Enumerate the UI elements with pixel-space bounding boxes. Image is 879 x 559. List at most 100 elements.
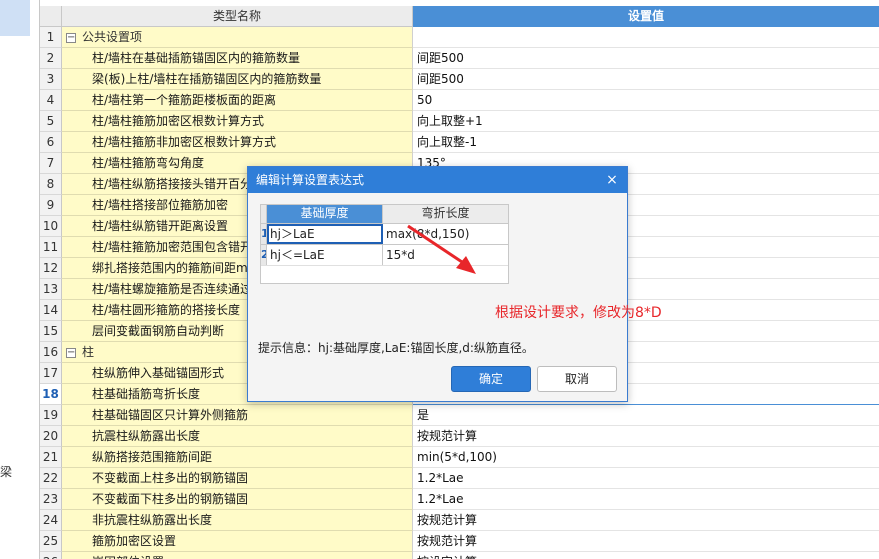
table-row[interactable]: 21 纵筋搭接范围箍筋间距 min(5*d,100) — [40, 447, 879, 468]
setting-name[interactable]: 嵌固部位设置 — [62, 552, 413, 559]
row-number: 3 — [40, 69, 62, 90]
left-panel-item-label[interactable]: 梁 — [0, 463, 12, 480]
setting-name-label: 柱/墙柱纵筋错开距离设置 — [92, 219, 229, 233]
table-row[interactable]: 6 柱/墙柱箍筋非加密区根数计算方式 向上取整-1 — [40, 132, 879, 153]
expression-table-header: 基础厚度 弯折长度 — [261, 205, 508, 223]
table-row[interactable]: 19 柱基础锚固区只计算外侧箍筋 是 — [40, 405, 879, 426]
row-number: 7 — [40, 153, 62, 174]
row-number: 23 — [40, 489, 62, 510]
setting-name-label: 箍筋加密区设置 — [92, 534, 177, 548]
setting-value[interactable]: 1.2*Lae — [413, 489, 879, 510]
setting-name-label: 柱/墙柱箍筋非加密区根数计算方式 — [92, 135, 277, 149]
table-row[interactable]: 25 箍筋加密区设置 按规范计算 — [40, 531, 879, 552]
annotation-arrow-icon — [407, 224, 476, 274]
annotation-text: 根据设计要求，修改为8*D — [495, 305, 662, 321]
setting-name-label: 柱/墙柱箍筋加密区根数计算方式 — [92, 114, 265, 128]
setting-value[interactable]: 向上取整-1 — [413, 132, 879, 153]
setting-name[interactable]: 柱基础锚固区只计算外侧箍筋 — [62, 405, 413, 426]
row-number: 4 — [40, 90, 62, 111]
setting-value[interactable] — [413, 27, 879, 48]
setting-value[interactable]: 是 — [413, 405, 879, 426]
row-number: 6 — [40, 132, 62, 153]
collapse-icon[interactable]: − — [66, 347, 76, 358]
setting-value[interactable]: 间距500 — [413, 69, 879, 90]
table-row[interactable]: 2 柱/墙柱在基础插筋锚固区内的箍筋数量 间距500 — [40, 48, 879, 69]
setting-value[interactable]: 1.2*Lae — [413, 468, 879, 489]
grid-header: 类型名称 设置值 — [40, 6, 879, 27]
cancel-button[interactable]: 取消 — [537, 366, 617, 392]
setting-name[interactable]: 纵筋搭接范围箍筋间距 — [62, 447, 413, 468]
setting-name[interactable]: 柱/墙柱在基础插筋锚固区内的箍筋数量 — [62, 48, 413, 69]
table-row[interactable]: 20 抗震柱纵筋露出长度 按规范计算 — [40, 426, 879, 447]
row-number: 17 — [40, 363, 62, 384]
table-row[interactable]: 3 梁(板)上柱/墙柱在插筋锚固区内的箍筋数量 间距500 — [40, 69, 879, 90]
table-row[interactable]: 24 非抗震柱纵筋露出长度 按规范计算 — [40, 510, 879, 531]
header-value: 设置值 — [413, 6, 879, 27]
row-number: 21 — [40, 447, 62, 468]
table-row[interactable]: 4 柱/墙柱第一个箍筋距楼板面的距离 50 — [40, 90, 879, 111]
table-row[interactable]: 23 不变截面下柱多出的钢筋锚固 1.2*Lae — [40, 489, 879, 510]
row-number: 10 — [40, 216, 62, 237]
setting-name-label: 抗震柱纵筋露出长度 — [92, 429, 201, 443]
setting-name-label: 柱/墙柱螺旋箍筋是否连续通过 — [92, 282, 253, 296]
table-row[interactable]: 5 柱/墙柱箍筋加密区根数计算方式 向上取整+1 — [40, 111, 879, 132]
setting-name-label: 柱基础锚固区只计算外侧箍筋 — [92, 408, 249, 422]
setting-name-label: 柱纵筋伸入基础锚固形式 — [92, 366, 225, 380]
row-number: 13 — [40, 279, 62, 300]
header-num-cell — [40, 6, 62, 27]
setting-value[interactable]: 按设定计算 — [413, 552, 879, 559]
header-name: 类型名称 — [62, 6, 413, 27]
setting-value[interactable]: 50 — [413, 90, 879, 111]
setting-name[interactable]: 不变截面下柱多出的钢筋锚固 — [62, 489, 413, 510]
row-number: 20 — [40, 426, 62, 447]
setting-value[interactable]: 按规范计算 — [413, 531, 879, 552]
setting-name-label: 柱/墙柱箍筋弯勾角度 — [92, 156, 205, 170]
setting-name-label: 非抗震柱纵筋露出长度 — [92, 513, 213, 527]
setting-name-label: 柱/墙柱纵筋搭接接头错开百分 — [92, 177, 253, 191]
row-number: 16 — [40, 342, 62, 363]
ok-button[interactable]: 确定 — [451, 366, 531, 392]
setting-name[interactable]: 柱/墙柱箍筋加密区根数计算方式 — [62, 111, 413, 132]
group-row[interactable]: 1− 公共设置项 — [40, 27, 879, 48]
setting-name-label: 纵筋搭接范围箍筋间距 — [92, 450, 213, 464]
dialog-title-bar[interactable]: 编辑计算设置表达式 × — [248, 167, 627, 193]
setting-value[interactable]: 间距500 — [413, 48, 879, 69]
row-number: 26 — [40, 552, 62, 559]
setting-name-label: 柱/墙柱圆形箍筋的搭接长度 — [92, 303, 241, 317]
row-number: 9 — [40, 195, 62, 216]
setting-name[interactable]: 不变截面上柱多出的钢筋锚固 — [62, 468, 413, 489]
setting-name[interactable]: 梁(板)上柱/墙柱在插筋锚固区内的箍筋数量 — [62, 69, 413, 90]
setting-name-label: 柱基础插筋弯折长度 — [92, 387, 201, 401]
row-number: 15 — [40, 321, 62, 342]
edit-expression-dialog: 编辑计算设置表达式 × 基础厚度 弯折长度 1 hj＞LaE max(8*d,1… — [247, 166, 628, 402]
row-number: 25 — [40, 531, 62, 552]
setting-name[interactable]: 非抗震柱纵筋露出长度 — [62, 510, 413, 531]
setting-name[interactable]: 抗震柱纵筋露出长度 — [62, 426, 413, 447]
row-number: 11 — [40, 237, 62, 258]
setting-name[interactable]: 柱/墙柱箍筋非加密区根数计算方式 — [62, 132, 413, 153]
setting-value[interactable]: 向上取整+1 — [413, 111, 879, 132]
setting-name-label: 柱/墙柱搭接部位箍筋加密 — [92, 198, 229, 212]
table-row[interactable]: 26 嵌固部位设置 按设定计算 — [40, 552, 879, 559]
expression-condition-cell[interactable]: hj＜=LaE — [267, 245, 383, 265]
close-icon[interactable]: × — [605, 167, 619, 193]
setting-name-label: 公共设置项 — [82, 30, 143, 44]
expression-condition-cell[interactable]: hj＞LaE — [267, 224, 383, 244]
setting-name[interactable]: − 公共设置项 — [62, 27, 413, 48]
expression-header-thickness: 基础厚度 — [267, 205, 383, 223]
collapse-icon[interactable]: − — [66, 32, 76, 43]
setting-name-label: 柱/墙柱第一个箍筋距楼板面的距离 — [92, 93, 277, 107]
row-number: 24 — [40, 510, 62, 531]
setting-name[interactable]: 箍筋加密区设置 — [62, 531, 413, 552]
setting-value[interactable]: min(5*d,100) — [413, 447, 879, 468]
setting-name[interactable]: 柱/墙柱第一个箍筋距楼板面的距离 — [62, 90, 413, 111]
setting-value[interactable]: 按规范计算 — [413, 426, 879, 447]
table-row[interactable]: 22 不变截面上柱多出的钢筋锚固 1.2*Lae — [40, 468, 879, 489]
left-panel-selection[interactable] — [0, 0, 30, 36]
left-panel: 梁 — [0, 0, 40, 559]
row-number: 2 — [40, 48, 62, 69]
row-number: 5 — [40, 111, 62, 132]
dialog-title: 编辑计算设置表达式 — [256, 173, 365, 187]
expression-header-bend: 弯折长度 — [383, 205, 508, 223]
setting-value[interactable]: 按规范计算 — [413, 510, 879, 531]
